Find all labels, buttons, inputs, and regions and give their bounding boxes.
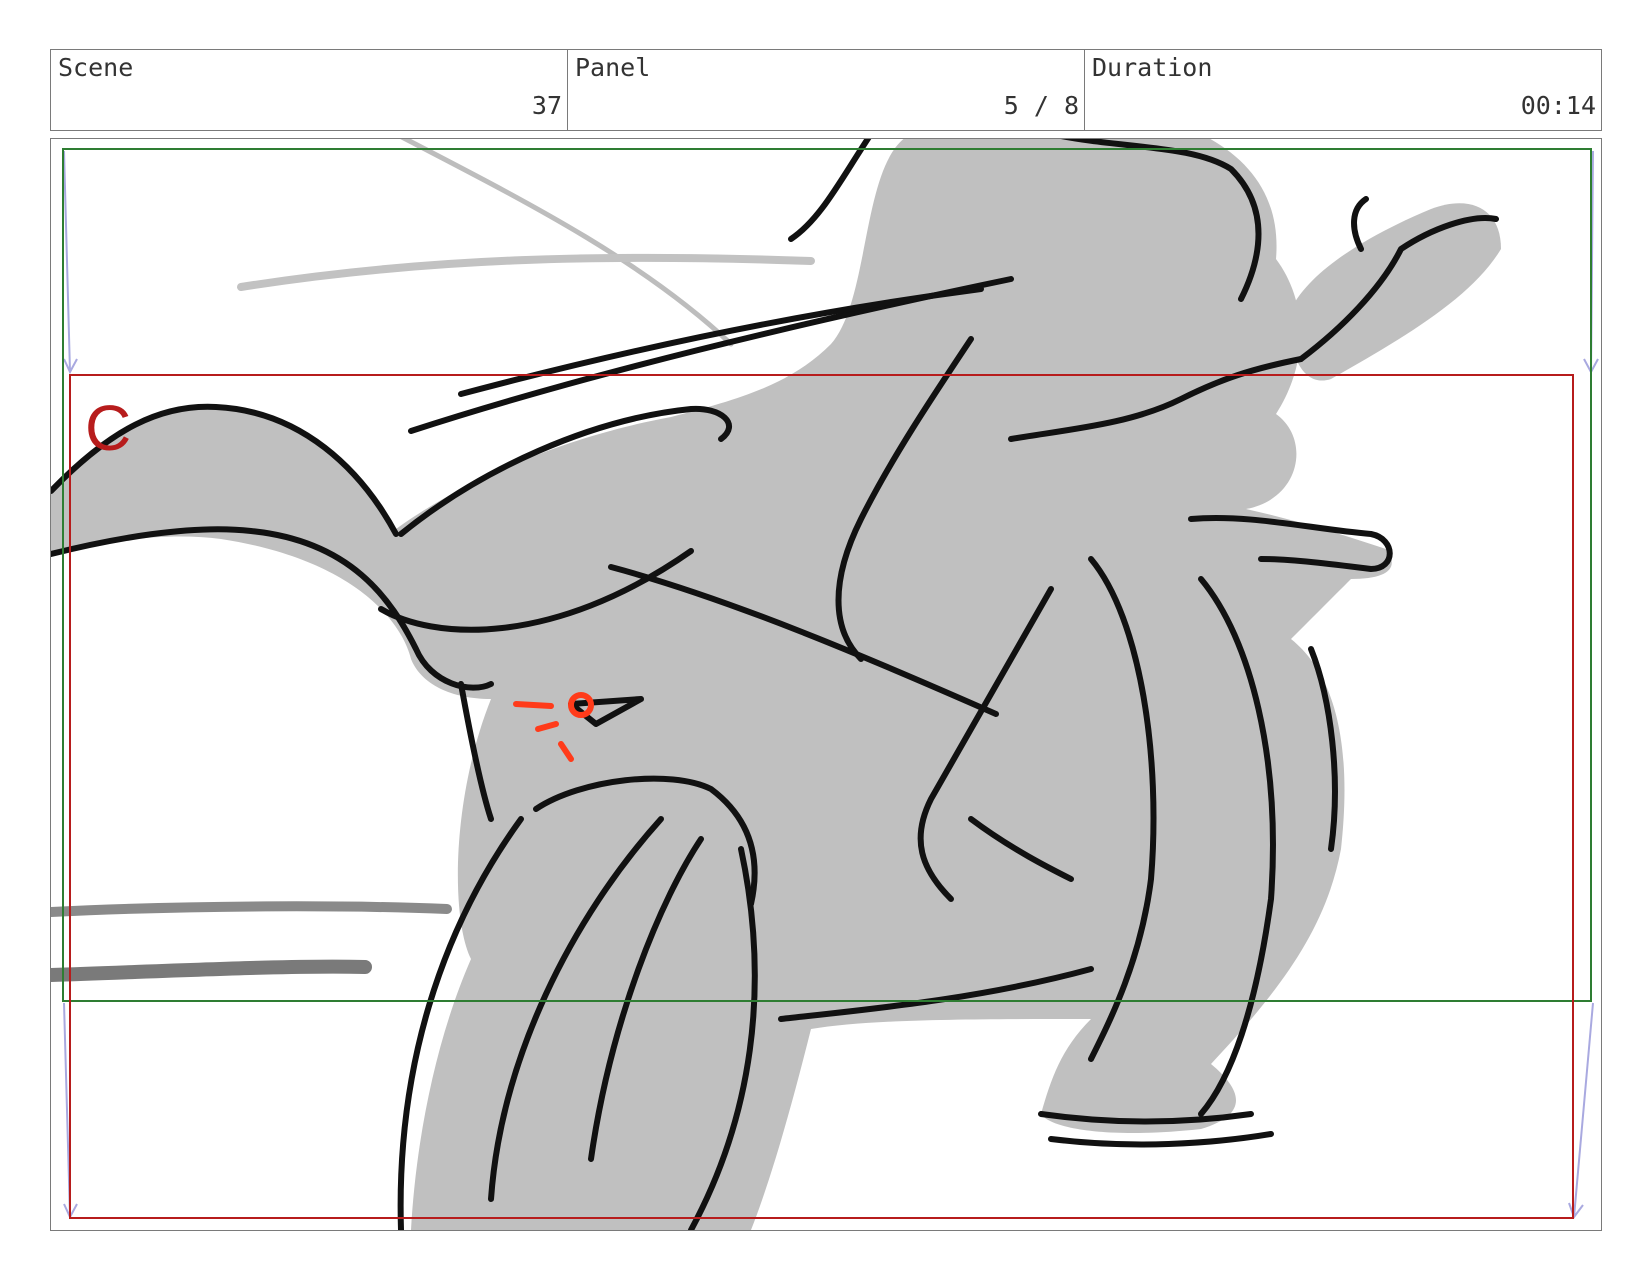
panel-info-header: Scene 37 Panel 5 / 8 Duration 00:14 (50, 49, 1602, 131)
panel-label: Panel (575, 53, 651, 82)
duration-label: Duration (1092, 53, 1213, 82)
panel-number: 5 / 8 (1003, 91, 1079, 120)
panel-cell: Panel 5 / 8 (567, 50, 1084, 130)
duration-cell: Duration 00:14 (1084, 50, 1601, 130)
scene-number: 37 (531, 91, 562, 120)
camera-frame-label: C (85, 392, 132, 464)
duration-value: 00:14 (1520, 91, 1596, 120)
storyboard-panel[interactable]: C (50, 138, 1602, 1231)
scene-label: Scene (58, 53, 134, 82)
camera-frame-red (69, 374, 1574, 1219)
scene-cell: Scene 37 (51, 50, 567, 130)
